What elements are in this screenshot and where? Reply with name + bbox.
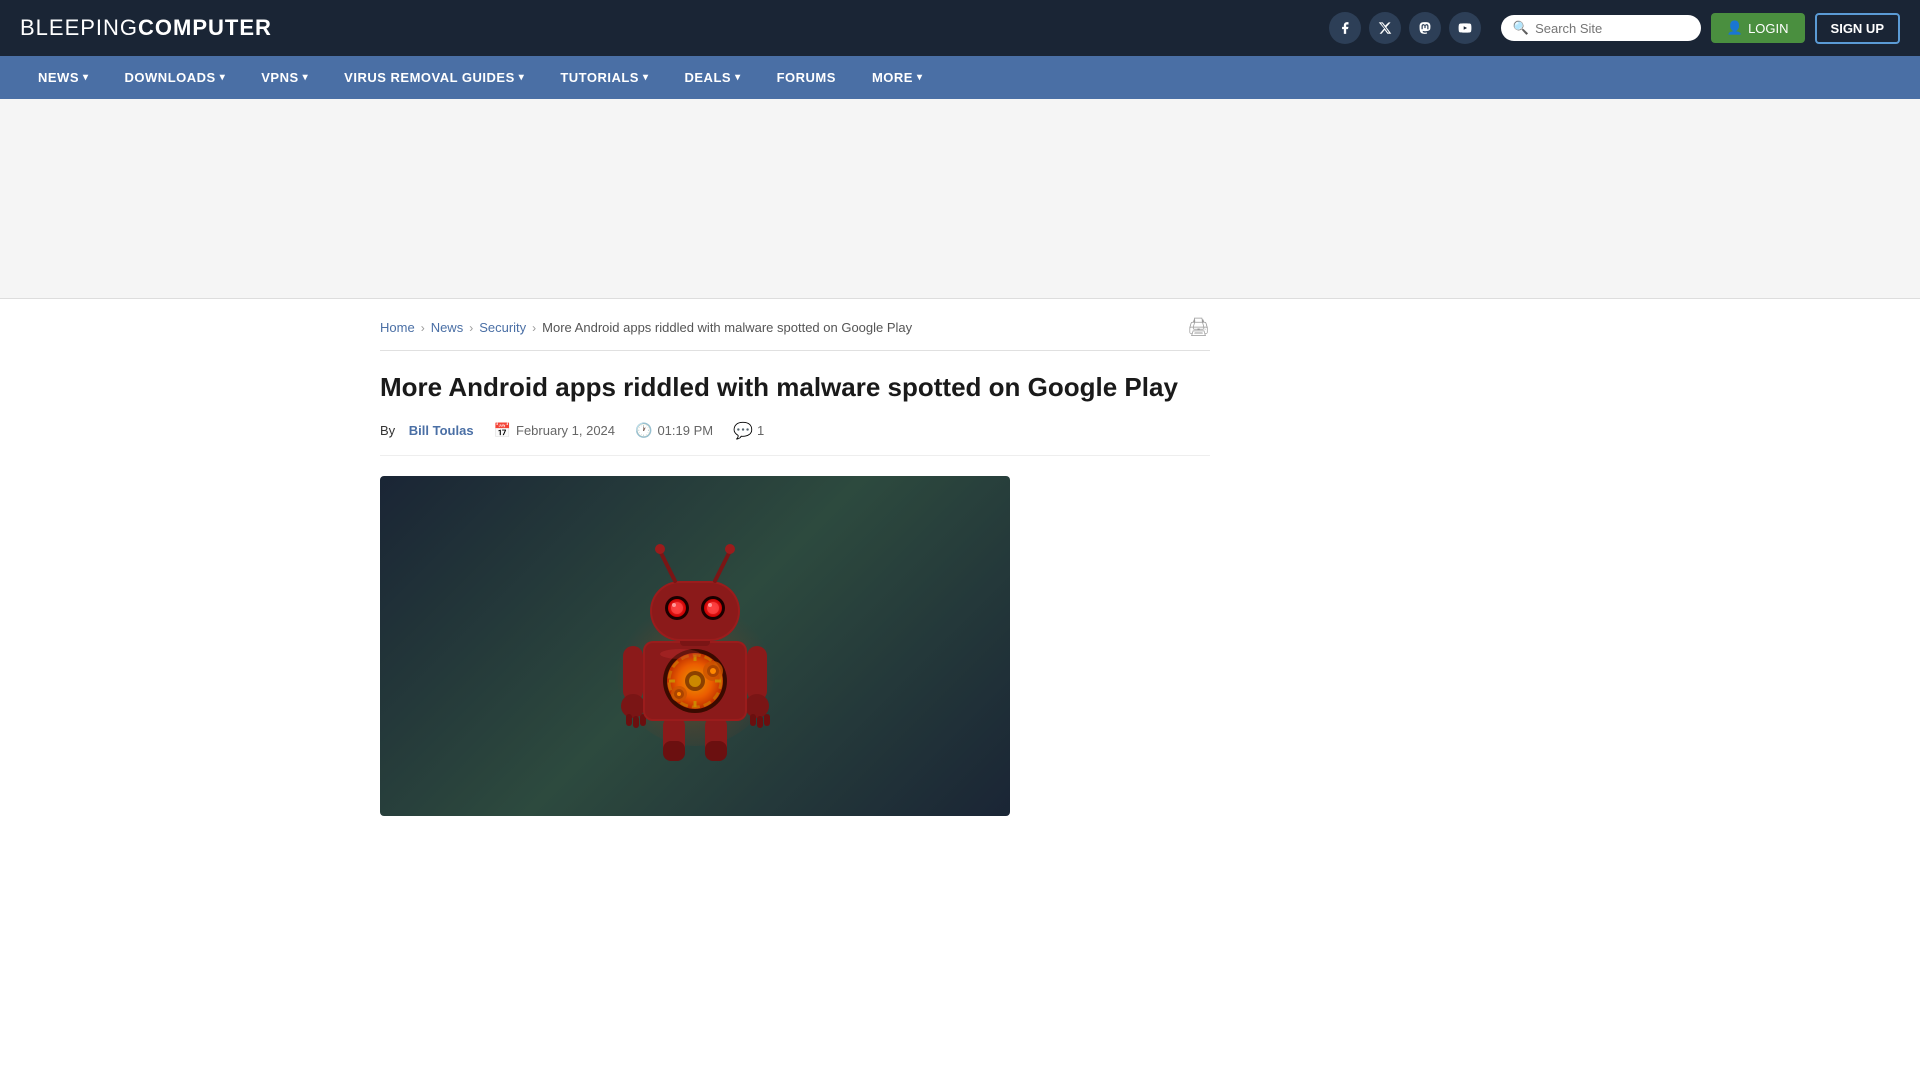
nav-label-tutorials: TUTORIALS: [560, 70, 639, 85]
breadcrumb-sep-2: ›: [469, 321, 473, 335]
article-time: 01:19 PM: [657, 423, 713, 438]
comments-count: 1: [757, 423, 764, 438]
logo-bold: COMPUTER: [138, 15, 272, 40]
logo-light: BLEEPING: [20, 15, 138, 40]
youtube-icon[interactable]: [1449, 12, 1481, 44]
article-title: More Android apps riddled with malware s…: [380, 371, 1210, 405]
search-bar: 🔍: [1501, 15, 1701, 41]
nav-arrow-vpns: ▾: [303, 72, 309, 83]
login-button[interactable]: 👤 LOGIN: [1711, 13, 1805, 43]
search-input[interactable]: [1535, 21, 1689, 36]
nav-item-tutorials[interactable]: TUTORIALS ▾: [542, 56, 666, 99]
article-meta: By Bill Toulas 📅 February 1, 2024 🕐 01:1…: [380, 421, 1210, 456]
nav-arrow-more: ▾: [917, 72, 923, 83]
page-wrapper: Home › News › Security › More Android ap…: [380, 299, 1540, 836]
breadcrumb-left: Home › News › Security › More Android ap…: [380, 320, 912, 335]
article-image-container: [380, 476, 1010, 816]
signup-button[interactable]: SIGN UP: [1815, 13, 1900, 44]
breadcrumb-news[interactable]: News: [431, 320, 464, 335]
nav-item-downloads[interactable]: DOWNLOADS ▾: [107, 56, 244, 99]
author-link[interactable]: Bill Toulas: [409, 423, 474, 438]
nav-arrow-deals: ▾: [735, 72, 741, 83]
user-icon: 👤: [1727, 20, 1743, 36]
article-section: Home › News › Security › More Android ap…: [380, 299, 1210, 836]
breadcrumb-sep-3: ›: [532, 321, 536, 335]
article-illustration: [595, 506, 795, 786]
breadcrumb-current: More Android apps riddled with malware s…: [542, 320, 912, 335]
nav-item-forums[interactable]: FORUMS: [759, 56, 854, 99]
nav-label-downloads: DOWNLOADS: [125, 70, 216, 85]
time-section: 🕐 01:19 PM: [635, 422, 713, 439]
site-header: BLEEPINGCOMPUTER 🔍 👤 LOGIN SIGN UP: [0, 0, 1920, 56]
search-icon: 🔍: [1513, 20, 1529, 36]
nav-item-more[interactable]: MORE ▾: [854, 56, 941, 99]
nav-item-vpns[interactable]: VPNS ▾: [243, 56, 326, 99]
author-section: By Bill Toulas: [380, 423, 474, 438]
nav-label-news: NEWS: [38, 70, 79, 85]
nav-item-deals[interactable]: DEALS ▾: [667, 56, 759, 99]
breadcrumb-home[interactable]: Home: [380, 320, 415, 335]
nav-label-deals: DEALS: [685, 70, 732, 85]
site-logo[interactable]: BLEEPINGCOMPUTER: [20, 15, 272, 41]
print-icon[interactable]: 🖨: [1187, 317, 1210, 338]
signup-label: SIGN UP: [1831, 21, 1884, 36]
sidebar: [1240, 299, 1540, 836]
by-label: By: [380, 423, 395, 438]
nav-label-vpns: VPNS: [261, 70, 298, 85]
mastodon-icon[interactable]: [1409, 12, 1441, 44]
comment-icon: 💬: [733, 421, 753, 441]
comments-section[interactable]: 💬 1: [733, 421, 764, 441]
nav-item-virus[interactable]: VIRUS REMOVAL GUIDES ▾: [326, 56, 542, 99]
nav-label-more: MORE: [872, 70, 913, 85]
nav-item-news[interactable]: NEWS ▾: [20, 56, 107, 99]
article-image: [380, 476, 1010, 816]
nav-arrow-news: ▾: [83, 72, 89, 83]
clock-icon: 🕐: [635, 422, 652, 439]
date-section: 📅 February 1, 2024: [494, 422, 615, 439]
main-nav: NEWS ▾ DOWNLOADS ▾ VPNS ▾ VIRUS REMOVAL …: [0, 56, 1920, 99]
facebook-icon[interactable]: [1329, 12, 1361, 44]
breadcrumb-sep-1: ›: [421, 321, 425, 335]
header-right: 🔍 👤 LOGIN SIGN UP: [1329, 12, 1900, 44]
login-label: LOGIN: [1748, 21, 1788, 36]
breadcrumb-security[interactable]: Security: [479, 320, 526, 335]
nav-arrow-downloads: ▾: [220, 72, 226, 83]
nav-arrow-tutorials: ▾: [643, 72, 649, 83]
ad-banner: [0, 99, 1920, 299]
breadcrumb: Home › News › Security › More Android ap…: [380, 299, 1210, 351]
main-content: Home › News › Security › More Android ap…: [360, 299, 1560, 836]
calendar-icon: 📅: [494, 422, 511, 439]
nav-arrow-virus: ▾: [519, 72, 525, 83]
social-icons: [1329, 12, 1481, 44]
nav-label-forums: FORUMS: [777, 70, 836, 85]
twitter-icon[interactable]: [1369, 12, 1401, 44]
nav-label-virus: VIRUS REMOVAL GUIDES: [344, 70, 515, 85]
article-date: February 1, 2024: [516, 423, 615, 438]
